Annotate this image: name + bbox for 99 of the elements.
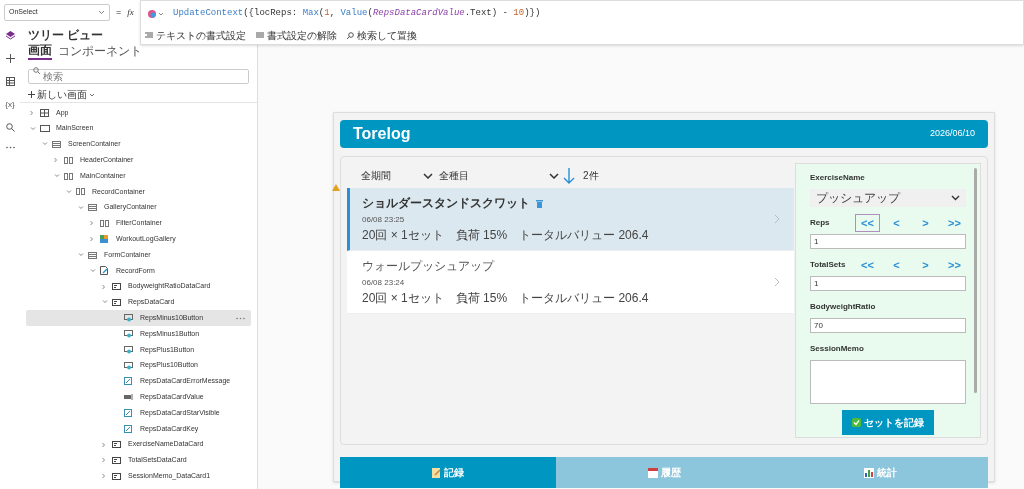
record-date: 06/08 23:24 — [362, 277, 406, 289]
record-count: 2件 — [583, 169, 599, 183]
chevron-down-icon[interactable] — [102, 300, 108, 305]
record-title: ショルダースタンドスクワット — [362, 195, 530, 212]
calendar-icon — [647, 467, 658, 478]
table-icon[interactable] — [5, 77, 15, 86]
chevron-right-icon — [774, 214, 780, 224]
field-label: BodyweightRatio — [810, 301, 876, 313]
chevron-right-icon[interactable] — [102, 457, 106, 464]
rows-icon — [88, 251, 97, 259]
chevron-right-icon[interactable] — [30, 109, 34, 116]
field-label: ExerciseName — [810, 172, 865, 184]
card-icon — [112, 456, 121, 464]
filter-dropdown[interactable]: 全種目 — [439, 168, 559, 183]
card-icon — [112, 283, 121, 291]
layers-icon[interactable] — [5, 31, 15, 40]
chevron-right-icon[interactable] — [54, 157, 58, 164]
panel-tab[interactable]: 画面 — [28, 43, 52, 60]
more-icon[interactable] — [5, 146, 15, 149]
record-date: 06/08 23:25 — [362, 214, 406, 226]
warning-icon — [332, 184, 340, 191]
bar-chart-icon — [863, 467, 874, 478]
chevron-down-icon[interactable] — [66, 189, 72, 194]
chevron-down-icon[interactable] — [90, 268, 96, 273]
edit-icon — [124, 424, 132, 433]
toolbar-button[interactable]: テキストの書式設定 — [145, 27, 246, 43]
chevron-right-icon[interactable] — [90, 236, 94, 243]
button-icon — [124, 314, 133, 323]
card-icon — [112, 472, 121, 480]
record-detail: 20回 × 1セット 負荷 15% トータルバリュー 206.4 — [362, 227, 650, 244]
chevron-right-icon — [774, 277, 780, 287]
trash-icon[interactable] — [536, 198, 543, 208]
card-icon — [112, 441, 121, 449]
record-row[interactable]: ウォールプッシュアップ 06/08 23:24 20回 × 1セット 負荷 15% トータルバリュー 206.4 — [347, 251, 794, 314]
grid-icon — [40, 108, 49, 117]
chevron-down-icon[interactable] — [78, 253, 84, 258]
rows-icon — [88, 204, 97, 212]
panel-title: ツリー ビュー — [27, 27, 105, 43]
caret-icon — [89, 92, 95, 97]
chevron-down-icon — [549, 172, 559, 179]
chevron-down-icon — [423, 172, 433, 179]
chevron-down-icon — [951, 195, 960, 201]
record-detail: 20回 × 1セット 負荷 15% トータルバリュー 206.4 — [362, 290, 650, 307]
button-icon — [124, 330, 133, 339]
plus-icon — [28, 91, 35, 98]
header-date: 2026/06/10 — [929, 127, 975, 141]
card-icon — [112, 298, 121, 306]
app-title: Torelog — [353, 124, 411, 144]
chevron-right-icon[interactable] — [102, 283, 106, 290]
chevron-down-icon[interactable] — [30, 126, 36, 131]
columns-icon — [64, 172, 73, 180]
search-icon — [347, 31, 354, 39]
gallery-icon — [100, 235, 108, 244]
copilot-icon[interactable] — [147, 8, 165, 19]
columns-icon — [64, 156, 73, 164]
chevron-right-icon[interactable] — [102, 473, 106, 480]
filter-dropdown[interactable]: 全期間 — [361, 168, 433, 183]
chevron-down-icon[interactable] — [78, 205, 84, 210]
chevron-down-icon — [98, 10, 105, 15]
chevron-down-icon[interactable] — [42, 142, 48, 147]
plus-icon[interactable] — [5, 54, 15, 63]
edit-icon — [124, 409, 132, 418]
columns-icon — [76, 188, 85, 196]
check-icon — [852, 418, 861, 427]
chevron-right-icon[interactable] — [90, 220, 94, 227]
record-title: ウォールプッシュアップ — [362, 258, 494, 275]
formula-text[interactable]: UpdateContext({locReps: Max(1, Value(RepsDataCardValue.Text) - 10)}) — [173, 6, 541, 21]
field-label: Reps — [810, 217, 831, 229]
screen-icon — [40, 125, 50, 133]
toolbar-button[interactable]: 検索して置換 — [347, 27, 417, 43]
fx-label: fx — [127, 6, 134, 18]
button-icon — [124, 361, 133, 370]
equals-sign: = — [116, 6, 122, 18]
variables-button[interactable]: {x} — [5, 100, 15, 109]
input-field[interactable]: 70 — [810, 318, 966, 333]
input-icon — [124, 394, 134, 401]
panel-tab[interactable]: コンポーネント — [58, 43, 142, 60]
search-icon[interactable] — [5, 123, 15, 132]
chevron-down-icon[interactable] — [54, 174, 60, 179]
search-icon — [33, 67, 40, 74]
button-icon — [124, 345, 133, 354]
chevron-right-icon[interactable] — [102, 441, 106, 448]
exercise-dropdown[interactable]: プッシュアップ — [810, 189, 966, 207]
record-row[interactable]: ショルダースタンドスクワット 06/08 23:25 20回 × 1セット 負荷 15% トータルバリュー 206.4 — [347, 188, 794, 251]
notepad-icon — [432, 467, 441, 478]
memo-field[interactable] — [810, 360, 966, 404]
more-icon[interactable] — [236, 316, 245, 320]
search-field[interactable]: 検索 — [28, 69, 249, 84]
input-field[interactable]: 1 — [810, 276, 966, 291]
form-icon — [100, 266, 109, 276]
columns-icon — [100, 219, 109, 227]
edit-icon — [124, 377, 132, 386]
new-screen-link[interactable]: 新しい画面 — [37, 88, 87, 101]
toolbar-button[interactable]: 書式設定の解除 — [256, 27, 337, 43]
sort-arrow-icon[interactable] — [563, 166, 575, 185]
field-label: TotalSets — [810, 259, 847, 271]
input-field[interactable]: 1 — [810, 234, 966, 249]
rows-icon — [52, 141, 61, 148]
field-label: SessionMemo — [810, 343, 864, 355]
